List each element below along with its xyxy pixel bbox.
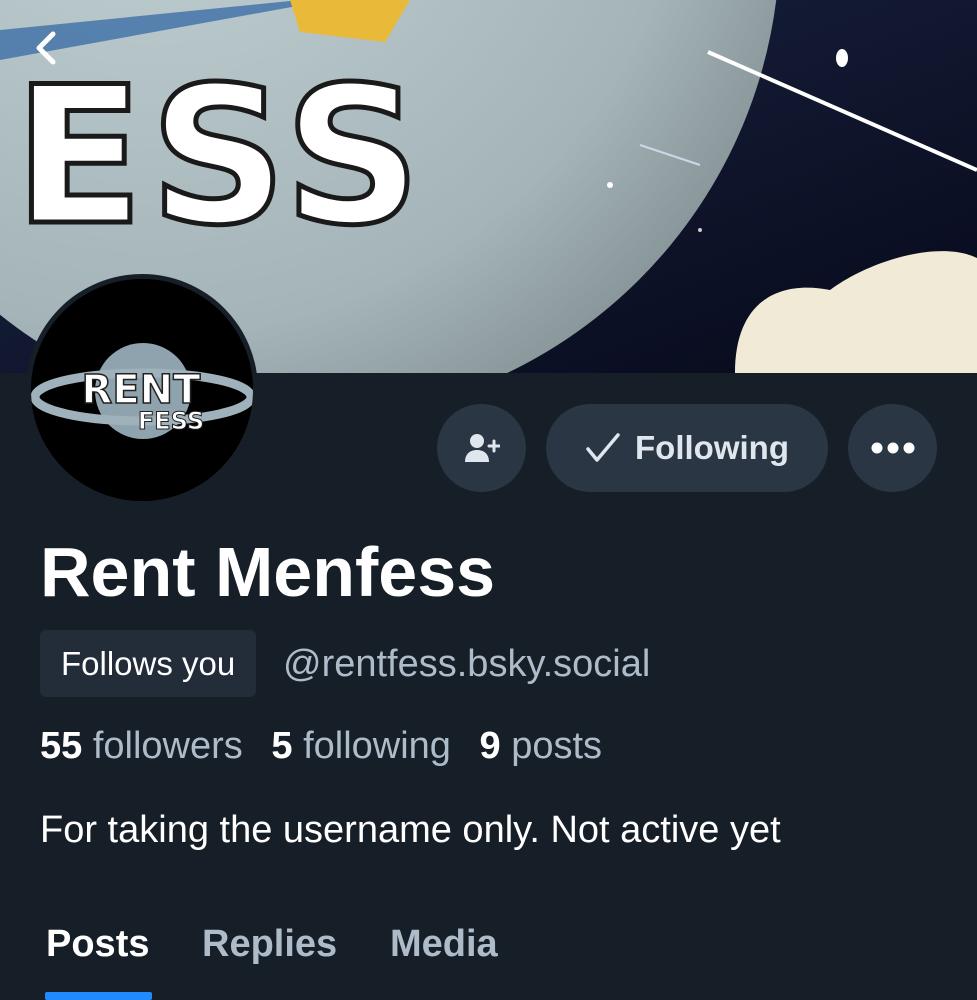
- avatar[interactable]: RENT FESS: [26, 274, 258, 506]
- profile-bio: For taking the username only. Not active…: [40, 809, 781, 851]
- display-name: Rent Menfess: [40, 533, 496, 611]
- avatar-logo-line2: FESS: [138, 407, 204, 435]
- tab-posts[interactable]: Posts: [46, 920, 149, 968]
- person-plus-icon: [464, 434, 500, 462]
- following-button[interactable]: Following: [546, 404, 828, 492]
- active-tab-indicator: [45, 992, 152, 1000]
- banner-text: ESS: [14, 46, 427, 267]
- posts-label: posts: [511, 725, 603, 767]
- ellipsis-icon: [871, 442, 914, 454]
- add-user-button[interactable]: [437, 404, 526, 492]
- followers-label: followers: [92, 725, 243, 767]
- following-count: 5: [271, 725, 293, 767]
- followers-count: 55: [40, 725, 83, 767]
- chevron-left-icon: [36, 31, 56, 65]
- avatar-logo: RENT FESS: [31, 279, 253, 501]
- follows-you-label: Follows you: [61, 644, 236, 682]
- follows-you-badge: Follows you: [40, 630, 257, 697]
- posts-count: 9: [479, 725, 501, 767]
- profile-stats: 55 followers 5 following 9 posts: [40, 722, 620, 770]
- profile-tabs: Posts Replies Media: [0, 900, 977, 1000]
- checkmark-icon: [586, 433, 620, 462]
- tab-media[interactable]: Media: [390, 920, 498, 968]
- back-button[interactable]: [22, 24, 70, 72]
- following-stat-label: following: [303, 725, 451, 767]
- followers-stat[interactable]: 55 followers: [40, 725, 243, 767]
- posts-stat: 9 posts: [480, 725, 603, 767]
- tab-replies[interactable]: Replies: [202, 920, 337, 968]
- profile-handle: @rentfess.bsky.social: [283, 643, 651, 685]
- following-stat[interactable]: 5 following: [271, 725, 451, 767]
- following-button-label: Following: [635, 429, 789, 466]
- more-options-button[interactable]: [848, 404, 937, 492]
